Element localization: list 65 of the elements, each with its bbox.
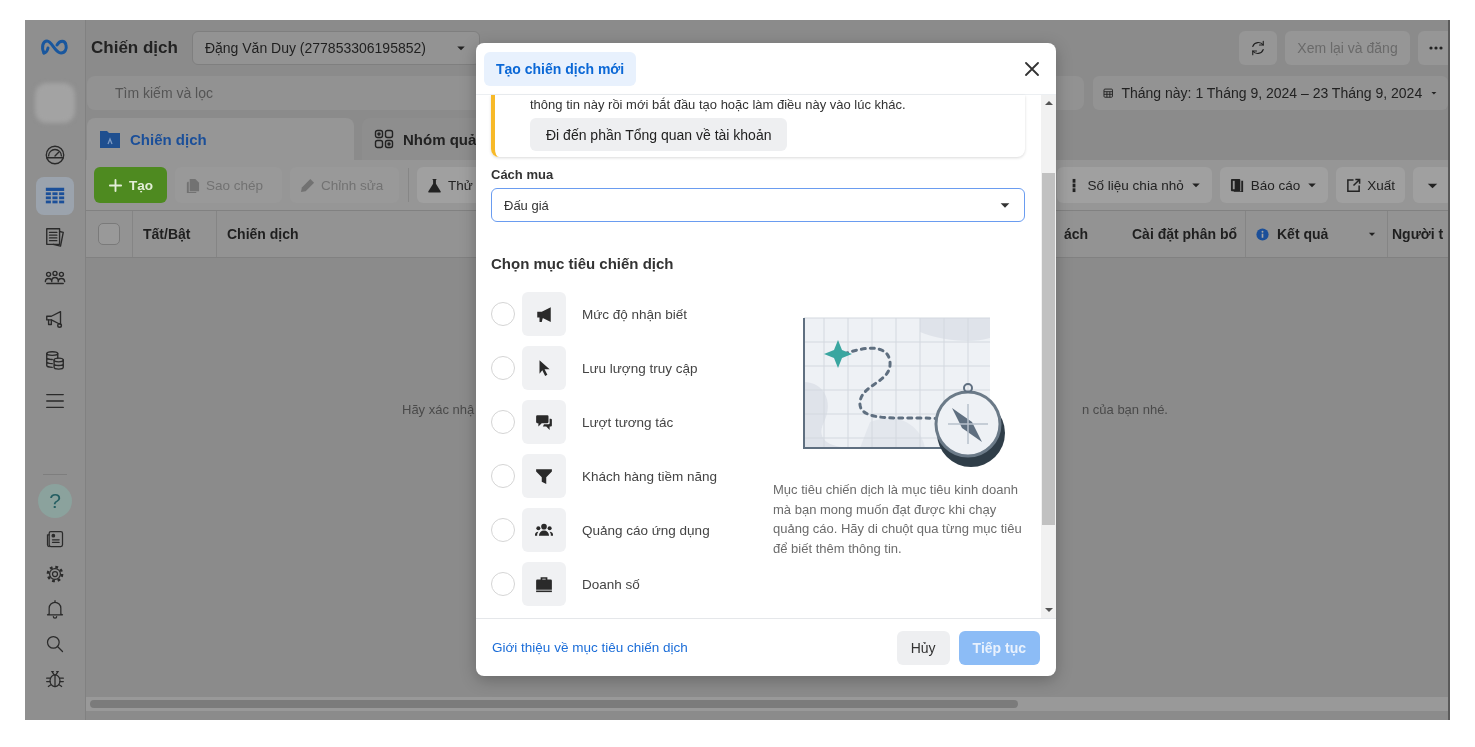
account-overview-button[interactable]: Đi đến phần Tổng quan về tài khoản xyxy=(530,118,788,151)
column-header[interactable]: Kết quả xyxy=(1277,226,1329,242)
megaphone-icon xyxy=(535,305,553,323)
coins-icon xyxy=(44,349,66,371)
cancel-button[interactable]: Hủy xyxy=(896,630,950,665)
bell-icon xyxy=(45,598,65,619)
column-header[interactable]: Tất/Bật xyxy=(143,226,191,242)
objective-option[interactable]: Lưu lượng truy cập xyxy=(582,360,698,376)
refresh-button[interactable] xyxy=(1239,31,1277,65)
objective-option[interactable]: Quảng cáo ứng dụng xyxy=(582,522,710,538)
export-icon xyxy=(1346,177,1362,193)
report-icon xyxy=(1229,177,1245,193)
empty-message: Hãy xác nhậ xyxy=(402,402,475,417)
close-icon xyxy=(1025,61,1039,76)
column-header[interactable]: Cài đặt phân bổ xyxy=(1132,226,1237,242)
create-button[interactable]: Tạo xyxy=(94,167,167,203)
refresh-icon xyxy=(1249,39,1267,57)
account-dropdown[interactable]: Đặng Văn Duy (277853306195852) xyxy=(191,31,480,65)
column-header[interactable]: Người t xyxy=(1392,226,1444,242)
export-button[interactable]: Xuất xyxy=(1336,167,1405,203)
empty-message: n của bạn nhé. xyxy=(1081,402,1168,417)
people-icon xyxy=(535,521,553,539)
buying-type-dropdown[interactable]: Đấu giá xyxy=(491,188,1025,222)
gauge-icon xyxy=(44,144,66,166)
news-icon xyxy=(45,528,65,549)
briefcase-icon xyxy=(535,575,553,593)
page-title: Chiến dịch xyxy=(91,38,178,58)
plus-icon xyxy=(108,177,123,193)
section-title: Chọn mục tiêu chiến dịch xyxy=(491,254,675,274)
pencil-icon xyxy=(300,177,315,193)
tab[interactable]: Chiến dịch xyxy=(87,118,354,160)
infinity-logo xyxy=(40,37,70,57)
flask-icon xyxy=(427,177,442,193)
breakdown-button[interactable]: Số liệu chia nhỏ xyxy=(1056,167,1212,203)
column-header[interactable]: Chiến dịch xyxy=(227,226,299,242)
scrollbar[interactable] xyxy=(86,697,1448,711)
objective-option[interactable]: Mức độ nhận biết xyxy=(582,306,688,322)
more-icon xyxy=(1428,45,1444,51)
funnel-icon xyxy=(535,467,553,485)
checkbox[interactable] xyxy=(98,223,120,245)
more-button[interactable] xyxy=(1418,31,1448,65)
column-header[interactable]: ách xyxy=(1064,226,1089,242)
help-button[interactable]: ? xyxy=(38,484,72,518)
objective-option[interactable]: Khách hàng tiềm năng xyxy=(582,468,718,484)
grid-icon xyxy=(374,129,394,149)
info-icon xyxy=(1256,227,1269,241)
copy-icon xyxy=(185,177,200,193)
scrollbar[interactable] xyxy=(1041,95,1056,618)
calendar-icon xyxy=(1103,85,1114,101)
description-text: Mục tiêu chiến dịch là mục tiêu kinh doanh mà bạn mong muốn đạt được khi chạy quảng cáo. Hãy di chuột qua từng mục tiêu để biết thêm thông tin. xyxy=(773,481,1023,558)
objective-option[interactable]: Lượt tương tác xyxy=(582,414,674,430)
settings-icon xyxy=(45,563,65,584)
chat-icon xyxy=(535,413,553,431)
reports-button[interactable]: Báo cáo xyxy=(1219,167,1329,203)
nav-item[interactable] xyxy=(36,177,74,215)
learn-more-link[interactable]: Giới thiệu về mục tiêu chiến dịch xyxy=(492,640,688,655)
date-range-button[interactable]: Tháng này: 1 Tháng 9, 2024 – 23 Tháng 9, 2024 xyxy=(1093,76,1448,110)
field-label: Cách mua xyxy=(491,167,555,183)
search-icon xyxy=(45,633,65,654)
folder-icon xyxy=(99,129,121,149)
notice-text: thông tin này rồi mới bắt đầu tạo hoặc làm điều này vào lúc khác. xyxy=(530,97,907,113)
tab[interactable]: Tạo chiến dịch mới xyxy=(484,51,637,86)
pages-icon xyxy=(44,226,66,248)
objective-option[interactable]: Doanh số xyxy=(582,576,640,592)
bug-icon xyxy=(45,668,65,689)
